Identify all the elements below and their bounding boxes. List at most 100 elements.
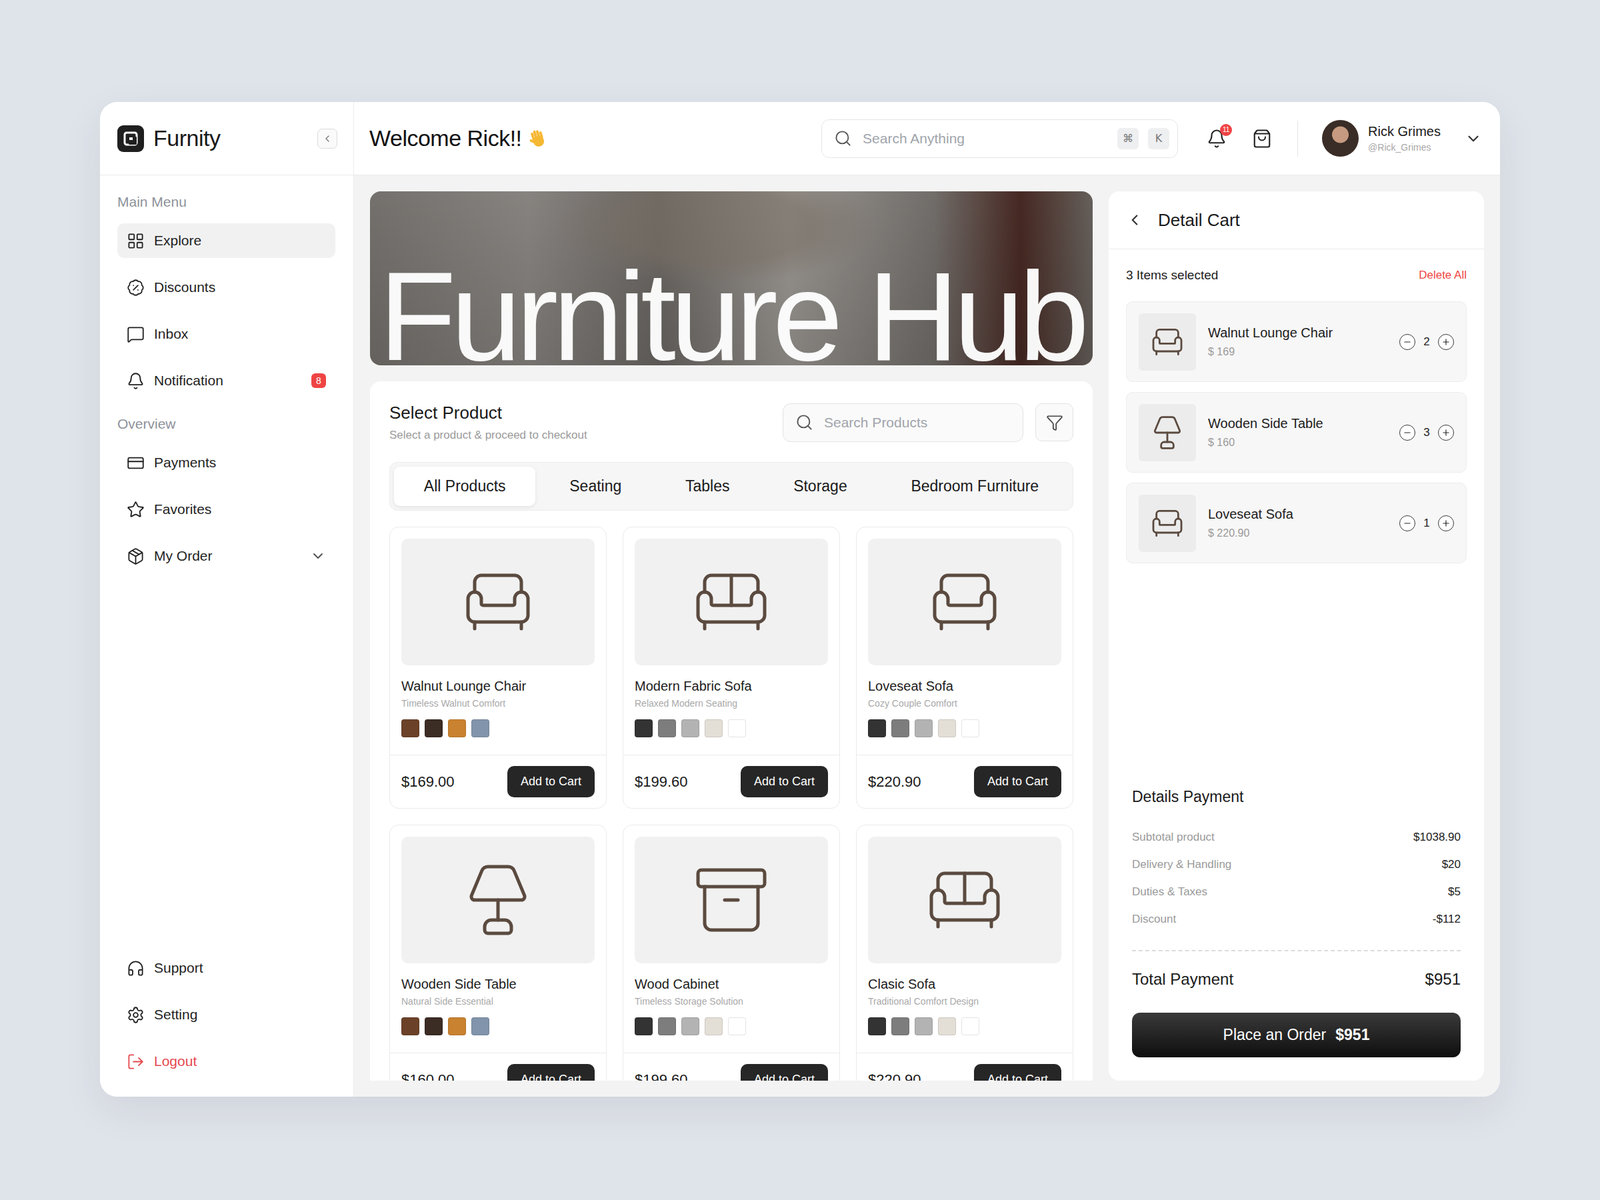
catalog-titles: Select ProductSelect a product & proceed… bbox=[389, 402, 771, 442]
product-card-body: Wood CabinetTimeless Storage Solution bbox=[623, 825, 840, 1053]
back-button[interactable] bbox=[1126, 211, 1144, 229]
cart-item-price: $ 160 bbox=[1208, 436, 1388, 449]
sidebar-item-icon bbox=[126, 1006, 145, 1024]
cart-item-info: Loveseat Sofa$ 220.90 bbox=[1208, 506, 1388, 540]
category-tab[interactable]: Bedroom Furniture bbox=[881, 466, 1069, 506]
sidebar-item-label: Logout bbox=[154, 1053, 326, 1070]
sidebar-item[interactable]: Setting bbox=[117, 997, 336, 1032]
product-image bbox=[401, 836, 595, 964]
delete-all-button[interactable]: Delete All bbox=[1418, 268, 1467, 282]
category-tab[interactable]: All Products bbox=[394, 466, 536, 506]
color-swatch[interactable] bbox=[448, 719, 466, 738]
quantity-value: 2 bbox=[1422, 335, 1432, 349]
increase-button[interactable] bbox=[1438, 515, 1454, 532]
app-window: FurnityMain MenuExploreDiscountsInboxNot… bbox=[100, 102, 1500, 1097]
product-name: Wooden Side Table bbox=[401, 976, 595, 992]
sidebar-item[interactable]: Logout bbox=[117, 1044, 336, 1079]
user-menu[interactable]: Rick Grimes@Rick_Grimes bbox=[1322, 120, 1482, 157]
sidebar-item[interactable]: Support bbox=[117, 950, 336, 986]
product-search-input[interactable] bbox=[822, 414, 1015, 432]
furniture-icon bbox=[691, 860, 772, 940]
color-swatch[interactable] bbox=[471, 719, 490, 738]
add-to-cart-button[interactable]: Add to Cart bbox=[740, 1064, 828, 1081]
color-swatch[interactable] bbox=[471, 1017, 490, 1036]
color-swatch[interactable] bbox=[914, 1017, 933, 1036]
cart-button[interactable] bbox=[1250, 127, 1274, 150]
filter-button[interactable] bbox=[1035, 403, 1074, 442]
hero-banner: Furniture Hub bbox=[370, 191, 1093, 366]
sidebar-item[interactable]: Favorites bbox=[117, 492, 336, 527]
add-to-cart-button[interactable]: Add to Cart bbox=[740, 766, 828, 798]
sidebar-item[interactable]: Notification8 bbox=[117, 363, 336, 398]
sidebar-item-label: Support bbox=[154, 960, 326, 976]
cart-item-name: Wooden Side Table bbox=[1208, 416, 1388, 432]
decrease-button[interactable] bbox=[1399, 334, 1416, 350]
color-swatches bbox=[401, 719, 595, 738]
cart-item-name: Walnut Lounge Chair bbox=[1208, 325, 1388, 341]
sidebar-item[interactable]: My Order bbox=[117, 538, 336, 574]
category-tab[interactable]: Seating bbox=[539, 466, 652, 506]
add-to-cart-button[interactable]: Add to Cart bbox=[974, 766, 1062, 798]
color-swatch[interactable] bbox=[914, 719, 933, 738]
color-swatch[interactable] bbox=[728, 1017, 746, 1036]
global-search[interactable]: ⌘K bbox=[821, 119, 1178, 158]
color-swatch[interactable] bbox=[891, 1017, 910, 1036]
sidebar-item[interactable]: Discounts bbox=[117, 270, 336, 305]
category-tab[interactable]: Storage bbox=[763, 466, 877, 506]
category-tab[interactable]: Tables bbox=[655, 466, 760, 506]
sidebar-item[interactable]: Explore bbox=[117, 223, 336, 258]
decrease-button[interactable] bbox=[1399, 424, 1416, 441]
cart-count-row: 3 Items selectedDelete All bbox=[1126, 268, 1467, 283]
color-swatch[interactable] bbox=[634, 719, 653, 738]
color-swatch[interactable] bbox=[728, 719, 746, 738]
catalog-column: Furniture Hub Select ProductSelect a prod… bbox=[370, 191, 1093, 1081]
color-swatch[interactable] bbox=[448, 1017, 466, 1036]
plus-icon bbox=[1441, 428, 1451, 438]
color-swatch[interactable] bbox=[704, 719, 723, 738]
color-swatch[interactable] bbox=[961, 1017, 980, 1036]
cart-item-thumb bbox=[1138, 313, 1196, 371]
catalog-head: Select ProductSelect a product & proceed… bbox=[389, 402, 1074, 442]
product-tagline: Timeless Storage Solution bbox=[634, 996, 828, 1007]
sidebar-item[interactable]: Payments bbox=[117, 445, 336, 480]
color-swatch[interactable] bbox=[704, 1017, 723, 1036]
color-swatch[interactable] bbox=[424, 1017, 443, 1036]
decrease-button[interactable] bbox=[1399, 515, 1416, 532]
color-swatch[interactable] bbox=[401, 719, 420, 738]
color-swatch[interactable] bbox=[634, 1017, 653, 1036]
sidebar-item-icon bbox=[126, 1052, 145, 1071]
collapse-button[interactable] bbox=[317, 128, 338, 149]
avatar bbox=[1322, 120, 1359, 157]
color-swatch[interactable] bbox=[868, 1017, 886, 1036]
global-search-input[interactable] bbox=[861, 130, 1108, 148]
add-to-cart-button[interactable]: Add to Cart bbox=[507, 1064, 595, 1081]
add-to-cart-button[interactable]: Add to Cart bbox=[507, 766, 595, 798]
color-swatch[interactable] bbox=[401, 1017, 420, 1036]
color-swatch[interactable] bbox=[424, 719, 443, 738]
color-swatches bbox=[634, 1017, 828, 1036]
color-swatch[interactable] bbox=[891, 719, 910, 738]
increase-button[interactable] bbox=[1438, 424, 1454, 441]
color-swatch[interactable] bbox=[868, 719, 886, 738]
cart-header: Detail Cart bbox=[1108, 191, 1484, 250]
color-swatch[interactable] bbox=[938, 1017, 956, 1036]
cart-item-price: $ 220.90 bbox=[1208, 527, 1388, 540]
add-to-cart-button[interactable]: Add to Cart bbox=[974, 1064, 1062, 1081]
place-order-button[interactable]: Place an Order$951 bbox=[1132, 1012, 1461, 1058]
product-image bbox=[401, 538, 595, 666]
payment-line: Duties & Taxes$5 bbox=[1132, 878, 1461, 906]
product-search[interactable] bbox=[782, 403, 1024, 442]
logo[interactable] bbox=[117, 125, 144, 152]
product-card: Clasic SofaTraditional Comfort Design$22… bbox=[856, 824, 1074, 1081]
increase-button[interactable] bbox=[1438, 334, 1454, 350]
color-swatch[interactable] bbox=[681, 1017, 700, 1036]
sidebar-item[interactable]: Inbox bbox=[117, 316, 336, 352]
payment-label: Subtotal product bbox=[1132, 830, 1215, 844]
furniture-icon bbox=[691, 562, 772, 642]
color-swatch[interactable] bbox=[658, 1017, 676, 1036]
color-swatch[interactable] bbox=[681, 719, 700, 738]
color-swatch[interactable] bbox=[658, 719, 676, 738]
notifications-button[interactable]: 11 bbox=[1205, 127, 1228, 150]
color-swatch[interactable] bbox=[938, 719, 956, 738]
color-swatch[interactable] bbox=[961, 719, 980, 738]
